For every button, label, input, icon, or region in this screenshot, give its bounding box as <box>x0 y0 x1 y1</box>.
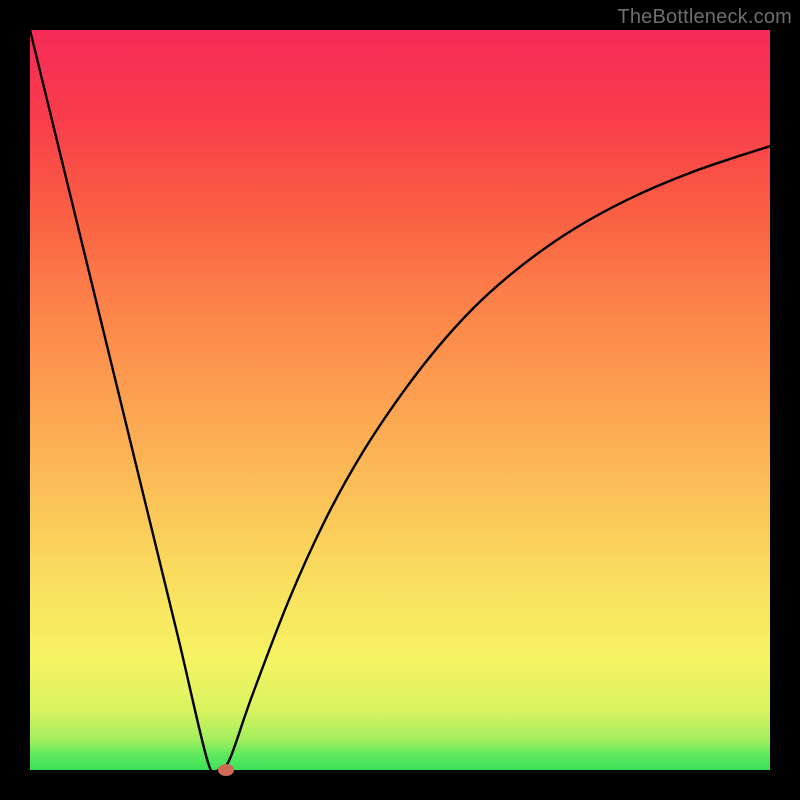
watermark-label: TheBottleneck.com <box>617 6 792 29</box>
chart-container: TheBottleneck.com <box>0 0 800 800</box>
minimum-marker <box>218 764 234 776</box>
plot-area <box>30 30 770 770</box>
bottleneck-curve <box>30 30 770 770</box>
